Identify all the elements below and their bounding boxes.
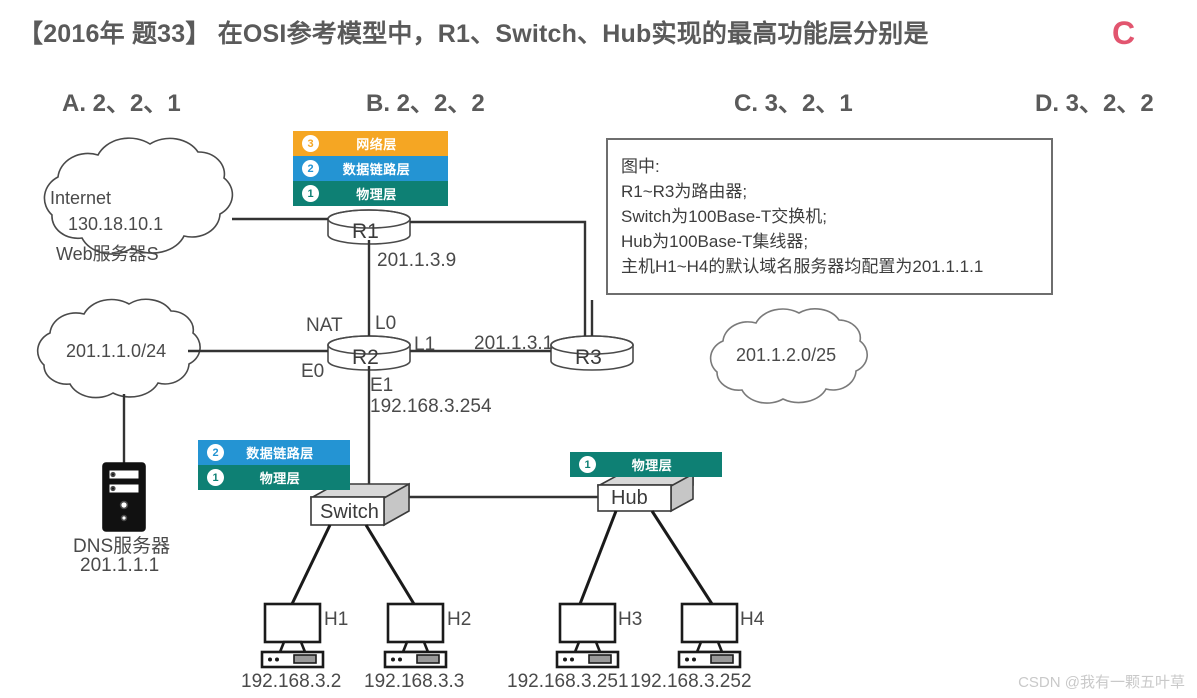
slide-canvas: 【2016年 题33】 在OSI参考模型中，R1、Switch、Hub实现的最高…: [0, 0, 1197, 698]
layer-stack-switch: 2 数据链路层 1 物理层: [198, 440, 350, 490]
layer-row-network: 3 网络层: [293, 131, 448, 156]
hub-label: Hub: [611, 487, 648, 509]
host-h1-name: H1: [324, 609, 349, 630]
layer-row-physical: 1 物理层: [293, 181, 448, 206]
link-label-e1-ip: 192.168.3.254: [370, 396, 492, 417]
layer-row-physical: 1 物理层: [570, 452, 722, 477]
switch-label: Switch: [320, 501, 379, 523]
layer-label: 数据链路层: [246, 446, 314, 461]
link-label-nat: NAT: [306, 315, 343, 336]
host-h2-shape: [383, 602, 448, 669]
layer-number: 2: [207, 444, 224, 461]
layer-label: 物理层: [259, 471, 301, 486]
dns-server-ip: 201.1.1.1: [80, 555, 160, 576]
layer-label: 数据链路层: [342, 162, 411, 177]
host-h1-ip: 192.168.3.2: [241, 671, 342, 692]
host-h2-name: H2: [447, 609, 472, 630]
layer-number: 3: [302, 135, 319, 152]
cloud-internet-ip: 130.18.10.1: [68, 214, 164, 234]
link-hub-h3: [578, 510, 618, 605]
note-line: Hub为100Base-T集线器;: [621, 232, 809, 251]
layer-label: 物理层: [356, 187, 397, 202]
router-r1-label: R1: [352, 220, 379, 243]
layer-number: 1: [579, 456, 596, 473]
link-r1-r3: [410, 220, 587, 336]
link-label-r1-ip: 201.1.3.9: [377, 250, 457, 271]
link-label-e0: E0: [301, 361, 325, 382]
link-label-l1: L1: [414, 334, 436, 355]
layer-stack-r1: 3 网络层 2 数据链路层 1 物理层: [293, 131, 448, 206]
host-h3-name: H3: [618, 609, 643, 630]
layer-stack-hub: 1 物理层: [570, 452, 722, 477]
dns-server-name: DNS服务器: [73, 536, 171, 557]
layer-number: 2: [302, 160, 319, 177]
dns-server-shape: [102, 462, 146, 532]
link-label-e1: E1: [370, 375, 394, 396]
router-r2-label: R2: [352, 346, 379, 369]
layer-number: 1: [302, 185, 319, 202]
link-label-r3-ip: 201.1.3.1: [474, 333, 554, 354]
host-h3-ip: 192.168.3.251: [507, 671, 629, 692]
link-hub-h4: [650, 510, 714, 605]
host-h3-shape: [555, 602, 620, 669]
cloud-right-label: 201.1.2.0/25: [736, 345, 837, 365]
layer-number: 1: [207, 469, 224, 486]
note-line: Switch为100Base-T交换机;: [621, 207, 827, 226]
layer-label: 网络层: [356, 137, 397, 152]
link-label-l0: L0: [375, 313, 397, 334]
layer-row-physical: 1 物理层: [198, 465, 350, 490]
host-h4-name: H4: [740, 609, 765, 630]
note-line: 图中:: [621, 157, 660, 176]
host-h1-shape: [260, 602, 325, 669]
cloud-internet-server: Web服务器S: [56, 244, 159, 264]
link-switch-h1: [290, 524, 332, 605]
host-h4-shape: [677, 602, 742, 669]
layer-row-datalink: 2 数据链路层: [293, 156, 448, 181]
layer-row-datalink: 2 数据链路层: [198, 440, 350, 465]
legend-note-box: 图中: R1~R3为路由器; Switch为100Base-T交换机; Hub为…: [606, 138, 1053, 295]
link-switch-h2: [364, 524, 416, 605]
cloud-internet-label: Internet: [50, 188, 112, 208]
note-line: 主机H1~H4的默认域名服务器均配置为201.1.1.1: [621, 257, 984, 276]
layer-label: 物理层: [631, 458, 673, 473]
cloud-lan-label: 201.1.1.0/24: [66, 341, 167, 361]
router-r3-label: R3: [575, 346, 602, 369]
note-line: R1~R3为路由器;: [621, 182, 748, 201]
host-h4-ip: 192.168.3.252: [630, 671, 752, 692]
csdn-watermark: CSDN @我有一颗五叶草: [1018, 674, 1185, 691]
host-h2-ip: 192.168.3.3: [364, 671, 465, 692]
